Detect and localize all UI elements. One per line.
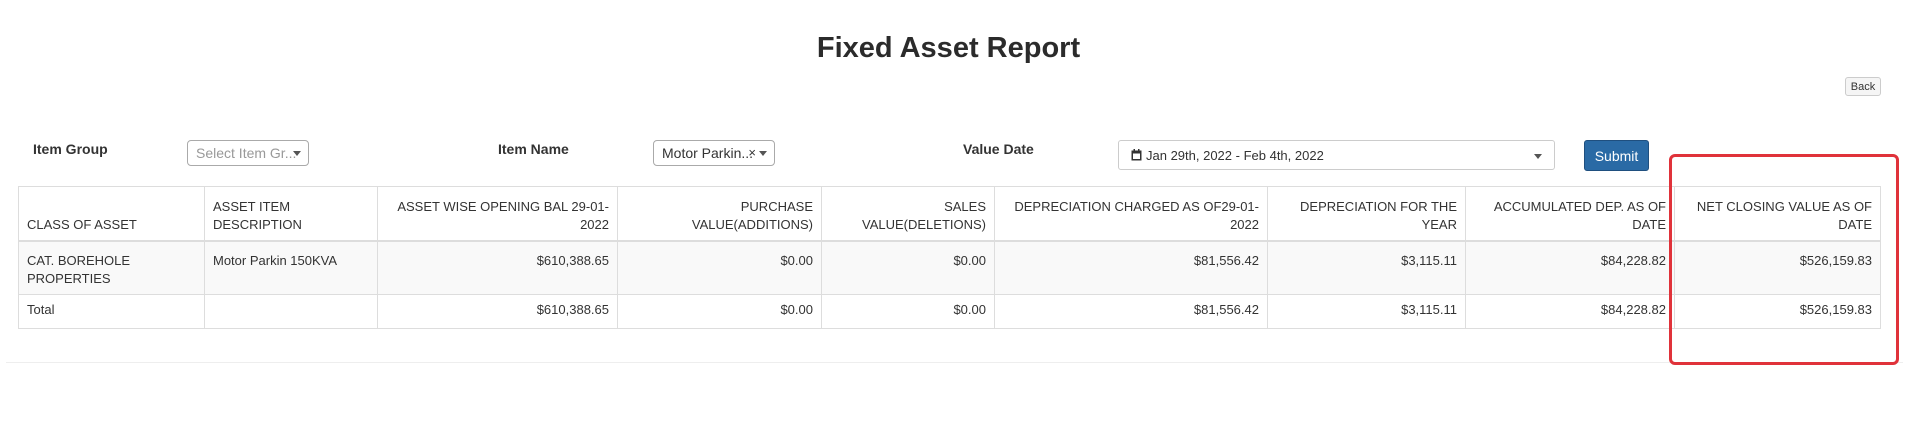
page-title: Fixed Asset Report <box>816 32 1081 64</box>
total-accumulated-dep: $84,228.82 <box>1465 294 1675 329</box>
total-asset-item-description <box>204 294 378 329</box>
total-depreciation-charged: $81,556.42 <box>994 294 1268 329</box>
item-group-label: Item Group <box>33 141 108 157</box>
col-header-asset-item-description: ASSET ITEM DESCRIPTION <box>204 186 378 242</box>
total-depreciation-for-year: $3,115.11 <box>1267 294 1466 329</box>
total-label: Total <box>18 294 205 329</box>
col-header-sales-value: SALES VALUE(DELETIONS) <box>821 186 995 242</box>
item-name-label: Item Name <box>498 141 569 157</box>
cell-purchase-value: $0.00 <box>617 240 822 295</box>
item-group-placeholder: Select Item Gr... <box>196 145 297 161</box>
back-button[interactable]: Back <box>1845 77 1881 96</box>
cell-accumulated-dep: $84,228.82 <box>1465 240 1675 295</box>
cell-opening-bal: $610,388.65 <box>377 240 618 295</box>
item-name-select[interactable]: Motor Parkin... × <box>653 140 775 166</box>
total-sales-value: $0.00 <box>821 294 995 329</box>
chevron-down-icon <box>1534 154 1542 159</box>
clear-icon[interactable]: × <box>748 145 756 160</box>
chevron-down-icon <box>293 151 301 156</box>
calendar-icon <box>1131 149 1142 161</box>
cell-class-of-asset: CAT. BOREHOLE PROPERTIES <box>18 240 205 295</box>
col-header-accumulated-dep: ACCUMULATED DEP. AS OF DATE <box>1465 186 1675 242</box>
fixed-asset-table: CLASS OF ASSET ASSET ITEM DESCRIPTION AS… <box>18 186 1881 329</box>
chevron-down-icon <box>759 151 767 156</box>
cell-depreciation-for-year: $3,115.11 <box>1267 240 1466 295</box>
table-total-row: Total $610,388.65 $0.00 $0.00 $81,556.42… <box>18 294 1881 329</box>
cell-asset-item-description: Motor Parkin 150KVA <box>204 240 378 295</box>
total-opening-bal: $610,388.65 <box>377 294 618 329</box>
col-header-class-of-asset: CLASS OF ASSET <box>18 186 205 242</box>
total-purchase-value: $0.00 <box>617 294 822 329</box>
col-header-opening-bal: ASSET WISE OPENING BAL 29-01-2022 <box>377 186 618 242</box>
col-header-purchase-value: PURCHASE VALUE(ADDITIONS) <box>617 186 822 242</box>
item-group-select[interactable]: Select Item Gr... <box>187 140 309 166</box>
cell-depreciation-charged: $81,556.42 <box>994 240 1268 295</box>
date-range-picker[interactable]: Jan 29th, 2022 - Feb 4th, 2022 <box>1118 140 1555 170</box>
table-row: CAT. BOREHOLE PROPERTIES Motor Parkin 15… <box>18 240 1881 295</box>
date-range-value: Jan 29th, 2022 - Feb 4th, 2022 <box>1146 147 1324 163</box>
col-header-depreciation-for-year: DEPRECIATION FOR THE YEAR <box>1267 186 1466 242</box>
cell-sales-value: $0.00 <box>821 240 995 295</box>
table-header-row: CLASS OF ASSET ASSET ITEM DESCRIPTION AS… <box>18 186 1881 242</box>
highlight-box <box>1669 154 1899 365</box>
value-date-label: Value Date <box>963 141 1034 157</box>
col-header-depreciation-charged: DEPRECIATION CHARGED AS OF29-01-2022 <box>994 186 1268 242</box>
footer-divider <box>6 362 1903 363</box>
submit-button[interactable]: Submit <box>1584 140 1649 171</box>
item-name-value: Motor Parkin... <box>662 145 754 161</box>
